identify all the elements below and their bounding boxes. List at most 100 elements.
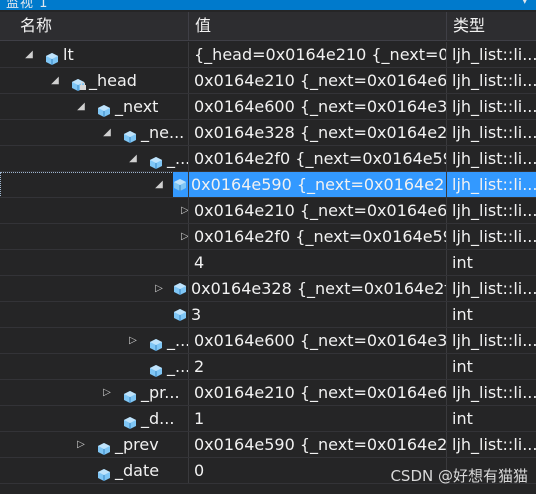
collapse-arrow-icon[interactable]: ◢ (101, 120, 113, 146)
member-cube-icon (123, 386, 137, 403)
row-name: _ne... (141, 123, 185, 142)
column-gridline (446, 432, 447, 458)
member-cube-icon (123, 126, 137, 143)
row-name-cell[interactable]: ◢ _... (0, 146, 188, 172)
tree-row[interactable]: ◢ _head 0x0164e210 {_next=0x0164e6... ljh_l… (0, 68, 536, 94)
collapse-arrow-icon[interactable]: ◢ (23, 42, 35, 68)
row-value-cell[interactable]: 0x0164e590 {_next=0x0164e2... (173, 172, 446, 198)
member-cube-icon (97, 464, 111, 481)
row-value-cell[interactable]: 4 (189, 250, 446, 276)
row-value-cell[interactable]: 0x0164e2f0 {_next=0x0164e59... (189, 146, 446, 172)
row-name-cell[interactable]: ◢ _ne... (0, 120, 188, 146)
tree-row[interactable]: ▷ _pr... 0x0164e210 {_next=0x0164e6... ljh_… (0, 380, 536, 406)
expand-arrow-icon[interactable]: ▷ (101, 380, 113, 406)
collapse-arrow-icon[interactable]: ◢ (49, 68, 61, 94)
row-value: 4 (194, 253, 205, 272)
column-gridline (446, 224, 447, 250)
row-value-cell[interactable]: 0x0164e600 {_next=0x0164e3... (189, 94, 446, 120)
tree-row[interactable]: ◢ _ne... 0x0164e328 {_next=0x0164e2f... ljh… (0, 120, 536, 146)
row-name-cell[interactable]: ◢ lt (0, 42, 188, 68)
row-name: _... (167, 149, 188, 168)
row-name-cell[interactable]: _d... (0, 406, 188, 432)
row-type: ljh_list::li... (452, 279, 536, 298)
pin-icon[interactable]: ▾ (521, 0, 528, 8)
row-name-cell[interactable]: ▷ _prev (0, 432, 188, 458)
row-name-cell[interactable]: ▷ _pr... (0, 380, 188, 406)
column-gridline (446, 354, 447, 380)
tree-row[interactable]: ◢ _... 0x0164e2f0 {_next=0x0164e59... ljh_l… (0, 146, 536, 172)
tree-row[interactable]: ▷ _prev 0x0164e590 {_next=0x0164e2... ljh_l… (0, 432, 536, 458)
expand-arrow-icon[interactable]: ▷ (75, 432, 87, 458)
expand-arrow-icon[interactable]: ▷ (179, 198, 188, 224)
row-name: _d... (141, 409, 175, 428)
row-type: ljh_list::li... (452, 383, 536, 402)
row-type: int (452, 357, 473, 376)
member-cube-icon (45, 48, 59, 65)
row-name-cell[interactable]: ◢ (0, 172, 188, 198)
tree-row[interactable]: ▷ 0x0164e210 {_next=0x0164e6... ljh_list::… (0, 198, 536, 224)
tree-row[interactable]: ◢ _next 0x0164e600 {_next=0x0164e3... ljh_l… (0, 94, 536, 120)
row-value-cell[interactable]: 0x0164e2f0 {_next=0x0164e59... (189, 224, 446, 250)
row-name-cell[interactable]: ▷ _... (0, 328, 188, 354)
column-gridline (188, 68, 189, 94)
tree-row[interactable]: ▷ 0x0164e2f0 {_next=0x0164e59... ljh_list:… (0, 224, 536, 250)
tree-row[interactable]: 3 int (0, 302, 536, 328)
row-type: ljh_list::li... (452, 45, 536, 64)
column-gridline (188, 224, 189, 250)
row-type: int (452, 305, 473, 324)
column-gridline (446, 42, 447, 68)
expand-arrow-icon[interactable]: ▷ (179, 224, 188, 250)
row-name-cell[interactable]: ▷ (0, 224, 188, 250)
row-value: 0x0164e210 {_next=0x0164e6... (194, 201, 446, 220)
column-header-name[interactable]: 名称 (14, 12, 189, 40)
row-value-cell[interactable]: 0x0164e590 {_next=0x0164e2... (189, 432, 446, 458)
column-gridline (446, 146, 447, 172)
row-value-cell[interactable]: 0x0164e210 {_next=0x0164e6... (189, 380, 446, 406)
tree-row[interactable]: ▷ _... 0x0164e600 {_next=0x0164e3... ljh_li… (0, 328, 536, 354)
row-value-cell[interactable]: 0x0164e328 {_next=0x0164e2f... (189, 120, 446, 146)
row-name-cell[interactable] (0, 250, 188, 276)
row-value-cell[interactable]: 1 (189, 406, 446, 432)
column-header-type[interactable]: 类型 (447, 12, 536, 40)
tree-row[interactable]: 4 int (0, 250, 536, 276)
row-value-cell[interactable]: 0x0164e328 {_next=0x0164e2f... (173, 276, 446, 302)
member-cube-icon (123, 412, 137, 429)
row-value: 0x0164e600 {_next=0x0164e3... (194, 331, 446, 350)
row-name-cell[interactable]: ◢ _next (0, 94, 188, 120)
tree-row[interactable]: ◢ 0x0164e590 {_next=0x0164e2... ljh_list::… (0, 172, 536, 198)
column-gridline (188, 250, 189, 276)
row-value-cell[interactable]: 2 (189, 354, 446, 380)
row-name-cell[interactable]: _date (0, 458, 188, 484)
collapse-arrow-icon[interactable]: ◢ (127, 146, 139, 172)
member-cube-icon (173, 304, 187, 321)
row-name-cell[interactable]: ▷ (0, 276, 188, 302)
collapse-arrow-icon[interactable]: ◢ (153, 172, 165, 198)
column-gridline (446, 406, 447, 432)
row-type: ljh_list::li... (452, 331, 536, 350)
tree-row[interactable]: ▷ 0x0164e328 {_next=0x0164e2f... ljh_list:… (0, 276, 536, 302)
row-value-cell[interactable]: {_head=0x0164e210 {_next=0x... (189, 42, 446, 68)
column-gridline (188, 354, 189, 380)
row-value: 0x0164e2f0 {_next=0x0164e59... (194, 149, 446, 168)
row-name-cell[interactable]: ▷ (0, 198, 188, 224)
column-header-value[interactable]: 值 (189, 12, 446, 40)
tree-row[interactable]: _d... 1 int (0, 406, 536, 432)
row-name-cell[interactable]: _... (0, 354, 188, 380)
row-name-cell[interactable] (0, 302, 188, 328)
row-value: {_head=0x0164e210 {_next=0x... (194, 45, 446, 64)
column-gridline (446, 172, 447, 198)
column-gridline (446, 68, 447, 94)
collapse-arrow-icon[interactable]: ◢ (75, 94, 87, 120)
row-value-cell[interactable]: 0x0164e210 {_next=0x0164e6... (189, 68, 446, 94)
row-value-cell[interactable]: 0x0164e600 {_next=0x0164e3... (189, 328, 446, 354)
row-value-cell[interactable]: 0x0164e210 {_next=0x0164e6... (189, 198, 446, 224)
row-name-cell[interactable]: ◢ _head (0, 68, 188, 94)
expand-arrow-icon[interactable]: ▷ (153, 276, 165, 302)
column-gridline (188, 302, 189, 328)
row-value: 0x0164e600 {_next=0x0164e3... (194, 97, 446, 116)
expand-arrow-icon[interactable]: ▷ (127, 328, 139, 354)
row-type: ljh_list::li... (452, 201, 536, 220)
tree-row[interactable]: ◢ lt {_head=0x0164e210 {_next=0x... ljh_lis… (0, 42, 536, 68)
tree-row[interactable]: _... 2 int (0, 354, 536, 380)
row-value-cell[interactable]: 3 (173, 302, 446, 328)
